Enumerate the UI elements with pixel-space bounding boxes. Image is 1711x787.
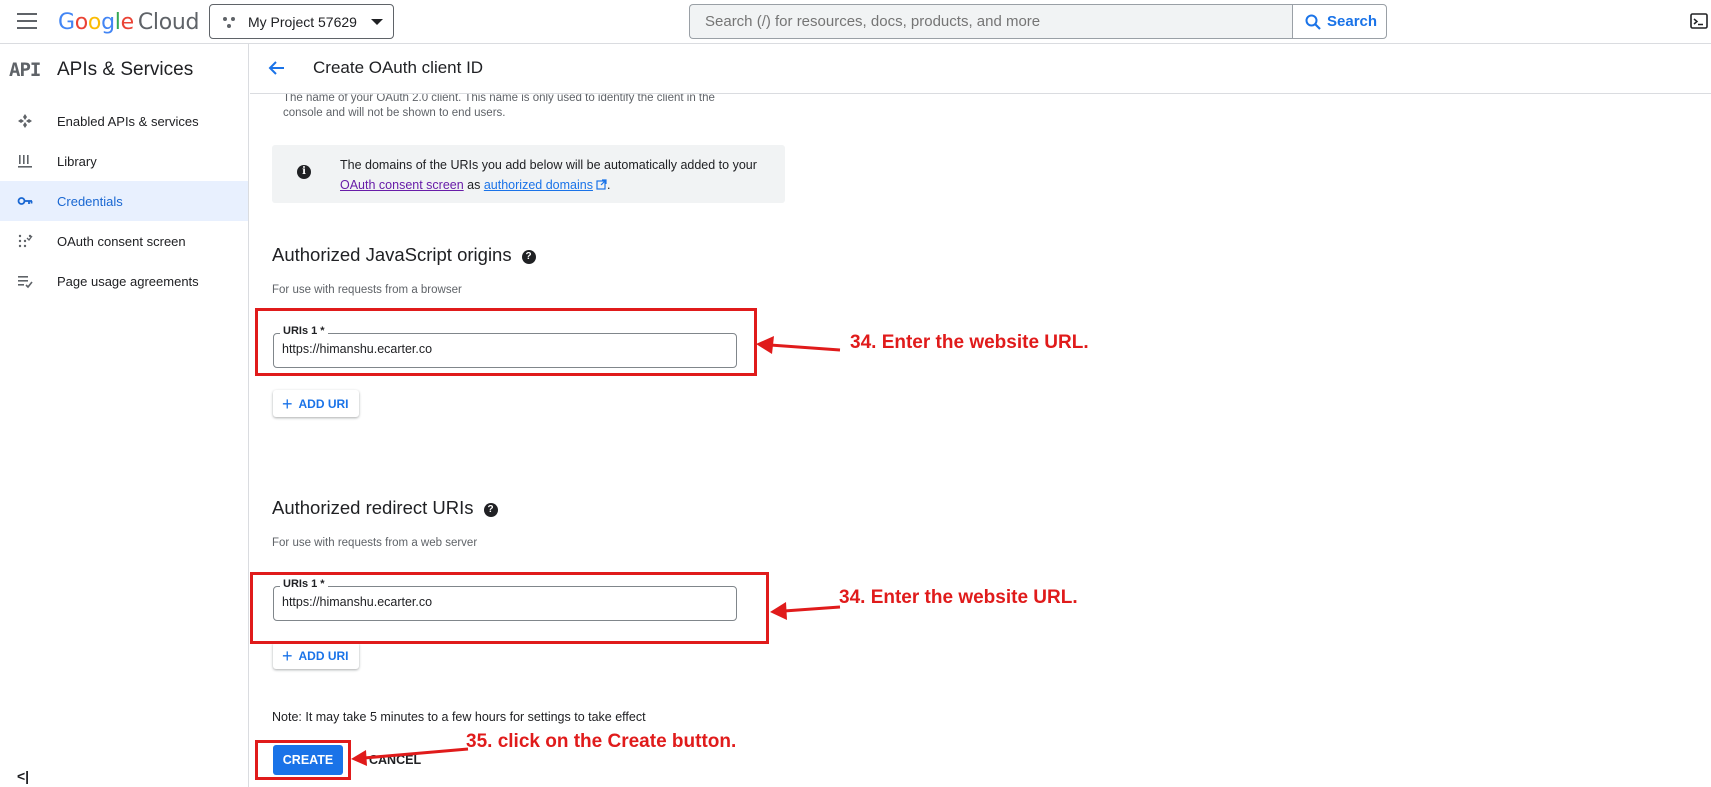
client-name-helper-text: The name of your OAuth 2.0 client. This … (283, 92, 715, 119)
sidebar-item-label: Library (57, 153, 97, 169)
agreements-icon (18, 276, 33, 289)
sidebar-item-page-usage-agreements[interactable]: Page usage agreements (0, 261, 248, 301)
logo-google-text: Google (58, 10, 134, 35)
cancel-button[interactable]: CANCEL (369, 753, 421, 767)
help-icon[interactable]: ? (483, 503, 498, 517)
sidebar-item-label: Page usage agreements (57, 273, 199, 289)
page-header: Create OAuth client ID (250, 44, 1711, 94)
sidebar-item-label: Credentials (57, 193, 123, 209)
info-text-after: . (606, 178, 611, 192)
add-uri-label: ADD URI (298, 396, 349, 411)
plus-icon: + (282, 645, 293, 666)
js-origins-title: Authorized JavaScript origins? (272, 244, 536, 266)
js-origins-title-text: Authorized JavaScript origins (272, 244, 512, 265)
key-icon (17, 197, 33, 205)
info-text-between: as (463, 178, 484, 192)
sidebar-item-enabled-apis[interactable]: Enabled APIs & services (0, 101, 248, 141)
authorized-domains-link[interactable]: authorized domains (484, 178, 593, 192)
settings-note: Note: It may take 5 minutes to a few hou… (272, 710, 646, 724)
main-content: The name of your OAuth 2.0 client. This … (250, 0, 1711, 787)
annotation-step-34a: 34. Enter the website URL. (850, 332, 1089, 353)
sidebar-title: APIs & Services (57, 59, 194, 80)
annotation-step-34b: 34. Enter the website URL. (839, 587, 1078, 608)
google-cloud-logo[interactable]: Google Cloud (58, 10, 199, 35)
collapse-sidebar-icon[interactable]: <| (17, 768, 29, 784)
back-arrow-icon[interactable] (267, 58, 287, 78)
js-origins-subtitle: For use with requests from a browser (272, 284, 462, 296)
sidebar-item-label: OAuth consent screen (57, 233, 186, 249)
annotation-box-create (255, 740, 351, 780)
api-badge: API (9, 59, 41, 81)
sidebar-item-credentials[interactable]: Credentials (0, 181, 248, 221)
external-link-icon (596, 179, 607, 190)
annotation-box-redirect-uri (250, 572, 769, 644)
annotation-box-js-origin (255, 308, 757, 376)
project-dots-icon (223, 16, 235, 28)
info-text-before: The domains of the URIs you add below wi… (340, 158, 757, 172)
oauth-consent-screen-link[interactable]: OAuth consent screen (340, 178, 464, 192)
sidebar-item-label: Enabled APIs & services (57, 113, 199, 129)
info-text: The domains of the URIs you add below wi… (340, 155, 770, 195)
add-js-origin-uri-button[interactable]: + ADD URI (273, 390, 359, 417)
logo-cloud-text: Cloud (137, 10, 200, 35)
redirect-uris-title-text: Authorized redirect URIs (272, 497, 474, 518)
sidebar: API APIs & Services Enabled APIs & servi… (0, 44, 249, 787)
add-uri-label: ADD URI (298, 648, 349, 663)
info-icon: i (297, 165, 311, 179)
info-banner: i The domains of the URIs you add below … (272, 145, 785, 203)
library-icon (18, 155, 32, 168)
oauth-consent-icon (18, 234, 33, 248)
page-title: Create OAuth client ID (313, 58, 484, 77)
annotation-step-35: 35. click on the Create button. (466, 731, 737, 752)
redirect-uris-title: Authorized redirect URIs? (272, 497, 498, 519)
redirect-uris-subtitle: For use with requests from a web server (272, 537, 478, 549)
main-menu-icon[interactable] (17, 13, 37, 29)
sidebar-item-oauth-consent[interactable]: OAuth consent screen (0, 221, 248, 261)
help-icon[interactable]: ? (521, 250, 536, 264)
plus-icon: + (282, 393, 293, 414)
sidebar-item-library[interactable]: Library (0, 141, 248, 181)
add-redirect-uri-button[interactable]: + ADD URI (273, 642, 359, 669)
enabled-apis-icon (18, 114, 32, 128)
